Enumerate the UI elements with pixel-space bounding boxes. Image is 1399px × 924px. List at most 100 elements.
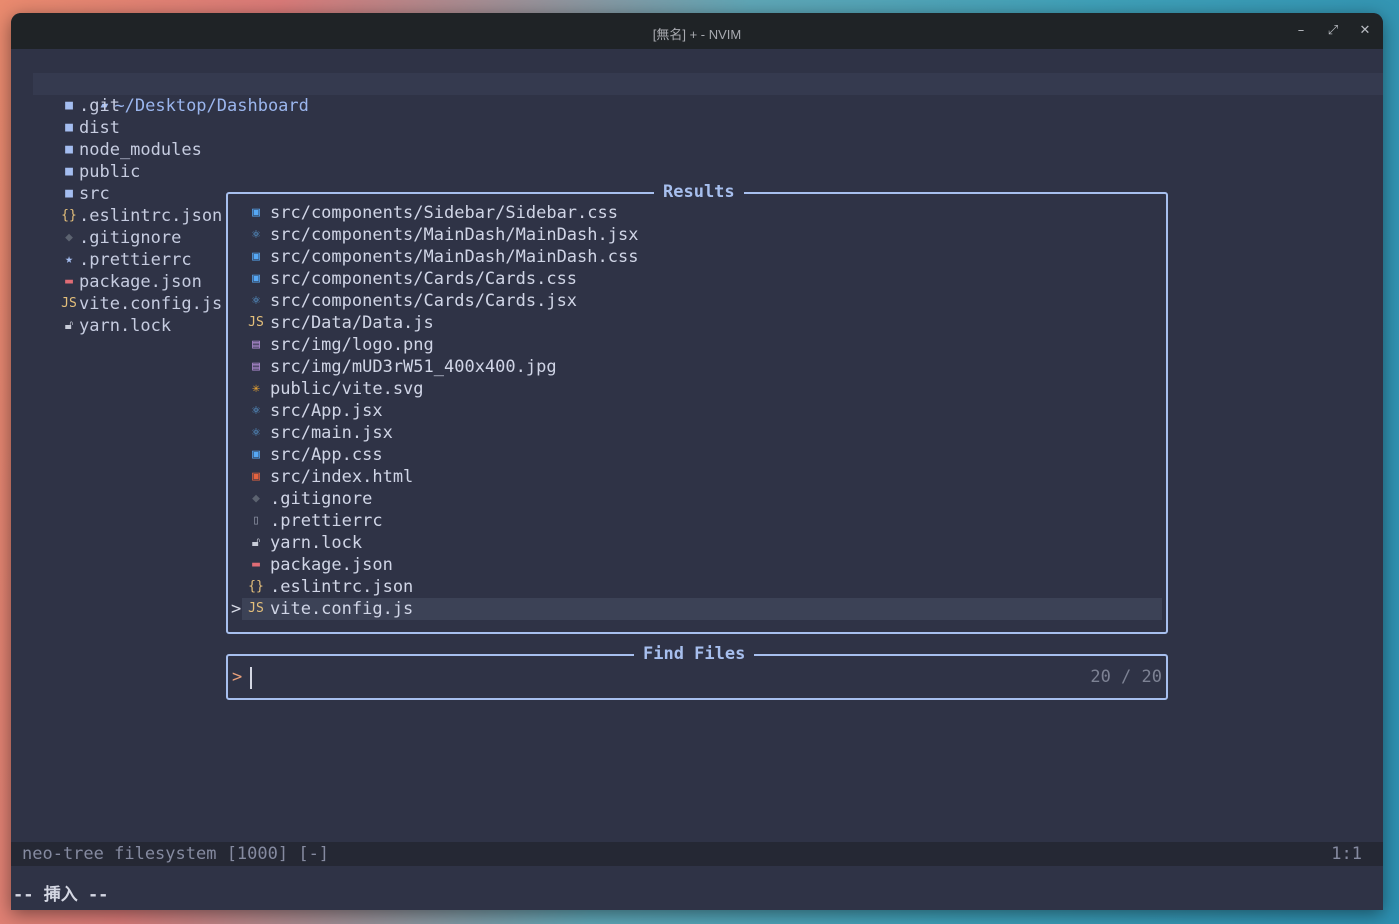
result-path: src/components/MainDash/MainDash.jsx — [270, 225, 639, 245]
git-icon: ◆ — [65, 230, 73, 245]
star-icon: ★ — [65, 252, 73, 267]
results-title: Results — [654, 181, 744, 203]
cursor-position: 1:1 — [1331, 844, 1362, 864]
match-count: 20 / 20 — [1090, 667, 1162, 687]
css-icon: ▣ — [252, 205, 260, 220]
maximize-button[interactable]: ⤢ — [1324, 22, 1342, 40]
lock-icon: 🔓︎ — [64, 318, 74, 333]
result-item[interactable]: ▯ .prettierrc — [242, 510, 1162, 532]
result-item[interactable]: JS src/Data/Data.js — [242, 312, 1162, 334]
json-icon: {} — [248, 579, 264, 594]
tree-item-label: .prettierrc — [79, 250, 192, 270]
window-title: [無名] + - NVIM — [652, 27, 742, 42]
result-path: src/components/Sidebar/Sidebar.css — [270, 203, 618, 223]
result-item[interactable]: ◆ .gitignore — [242, 488, 1162, 510]
tree-item-label: node_modules — [79, 140, 202, 160]
js-icon: JS — [248, 315, 264, 330]
svg-icon: ✳ — [252, 381, 260, 396]
react-icon: ⚛ — [252, 227, 260, 242]
tree-item-label: .git — [79, 96, 120, 116]
react-icon: ⚛ — [252, 425, 260, 440]
minimize-button[interactable]: – — [1292, 22, 1310, 40]
image-icon: ▤ — [252, 337, 260, 352]
selection-caret: > — [231, 599, 242, 619]
result-path: src/components/MainDash/MainDash.css — [270, 247, 639, 267]
result-item[interactable]: ▬ package.json — [242, 554, 1162, 576]
tree-item[interactable]: ■ dist — [59, 117, 120, 139]
folder-icon: ■ — [65, 164, 73, 179]
result-item[interactable]: ⚛ src/main.jsx — [242, 422, 1162, 444]
result-item[interactable]: ▤ src/img/logo.png — [242, 334, 1162, 356]
tree-item-label: package.json — [79, 272, 202, 292]
npm-icon: ▬ — [65, 274, 73, 289]
find-files-title: Find Files — [634, 643, 755, 665]
result-item[interactable]: ▣ src/components/Cards/Cards.css — [242, 268, 1162, 290]
result-item[interactable]: ▣ src/App.css — [242, 444, 1162, 466]
result-item[interactable]: ⚛ src/components/MainDash/MainDash.jsx — [242, 224, 1162, 246]
result-item[interactable]: ▣ src/index.html — [242, 466, 1162, 488]
tree-item[interactable]: ■ .git — [59, 95, 120, 117]
result-item[interactable]: ⚛ src/components/Cards/Cards.jsx — [242, 290, 1162, 312]
tree-item[interactable]: ★ .prettierrc — [59, 249, 192, 271]
prompt-glyph: > — [232, 667, 243, 687]
status-line: neo-tree filesystem [1000] [-] 1:1 — [11, 842, 1383, 866]
tree-item-label: public — [79, 162, 141, 182]
tree-item[interactable]: JS vite.config.js — [59, 293, 222, 315]
file-icon: ▯ — [252, 513, 260, 528]
css-icon: ▣ — [252, 271, 260, 286]
result-item[interactable]: {} .eslintrc.json — [242, 576, 1162, 598]
result-path: src/components/Cards/Cards.jsx — [270, 291, 578, 311]
nvim-window: [無名] + - NVIM – ⤢ ✕ ▰ ~/Desktop/Dashboard… — [11, 13, 1383, 910]
tree-item[interactable]: ▬ package.json — [59, 271, 202, 293]
result-item[interactable]: ▤ src/img/mUD3rW51_400x400.jpg — [242, 356, 1162, 378]
result-path: src/img/mUD3rW51_400x400.jpg — [270, 357, 557, 377]
tree-root-row[interactable]: ▰ ~/Desktop/Dashboard — [33, 73, 1383, 116]
result-item[interactable]: ▣ src/components/Sidebar/Sidebar.css — [242, 202, 1162, 224]
folder-icon: ■ — [65, 186, 73, 201]
folder-icon: ■ — [65, 98, 73, 113]
result-path: public/vite.svg — [270, 379, 424, 399]
result-path: src/img/logo.png — [270, 335, 434, 355]
results-panel: Results ▣ src/components/Sidebar/Sidebar.… — [226, 181, 1168, 634]
mode-indicator: -- 挿入 -- — [13, 885, 109, 905]
js-icon: JS — [61, 296, 77, 311]
tree-item[interactable]: {} .eslintrc.json — [59, 205, 222, 227]
result-path: yarn.lock — [270, 533, 363, 553]
git-icon: ◆ — [252, 491, 260, 506]
tree-item[interactable]: ■ public — [59, 161, 140, 183]
result-item[interactable]: ▣ src/components/MainDash/MainDash.css — [242, 246, 1162, 268]
result-path: package.json — [270, 555, 393, 575]
css-icon: ▣ — [252, 447, 260, 462]
js-icon: JS — [248, 601, 264, 616]
result-item[interactable]: JS vite.config.js — [242, 598, 1162, 620]
close-button[interactable]: ✕ — [1356, 22, 1374, 40]
result-path: src/index.html — [270, 467, 414, 487]
result-path: src/components/Cards/Cards.css — [270, 269, 578, 289]
tree-item-label: dist — [79, 118, 120, 138]
result-path: .prettierrc — [270, 511, 383, 531]
tree-item-label: vite.config.js — [79, 294, 223, 314]
tree-item-label: .gitignore — [79, 228, 182, 248]
result-item[interactable]: 🔓︎ yarn.lock — [242, 532, 1162, 554]
result-path: src/App.css — [270, 445, 383, 465]
editor-area: ▰ ~/Desktop/Dashboard ■ .git ■ dist ■ node_mod… — [11, 49, 1383, 910]
search-input[interactable] — [250, 667, 252, 689]
result-path: src/App.jsx — [270, 401, 383, 421]
tree-item-label: yarn.lock — [79, 316, 172, 336]
result-item[interactable]: ⚛ src/App.jsx — [242, 400, 1162, 422]
tree-item[interactable]: ■ src — [59, 183, 110, 205]
tree-item[interactable]: 🔓︎ yarn.lock — [59, 315, 171, 337]
image-icon: ▤ — [252, 359, 260, 374]
html-icon: ▣ — [252, 469, 260, 484]
tree-root-label: ~/Desktop/Dashboard — [114, 96, 309, 116]
tree-item-label: src — [79, 184, 110, 204]
tree-item[interactable]: ■ node_modules — [59, 139, 202, 161]
result-path: src/main.jsx — [270, 423, 393, 443]
tree-item-label: .eslintrc.json — [79, 206, 223, 226]
result-path: .gitignore — [270, 489, 373, 509]
npm-icon: ▬ — [252, 557, 260, 572]
json-icon: {} — [61, 208, 77, 223]
find-files-panel: Find Files > 20 / 20 — [226, 643, 1168, 700]
tree-item[interactable]: ◆ .gitignore — [59, 227, 181, 249]
result-item[interactable]: ✳ public/vite.svg — [242, 378, 1162, 400]
